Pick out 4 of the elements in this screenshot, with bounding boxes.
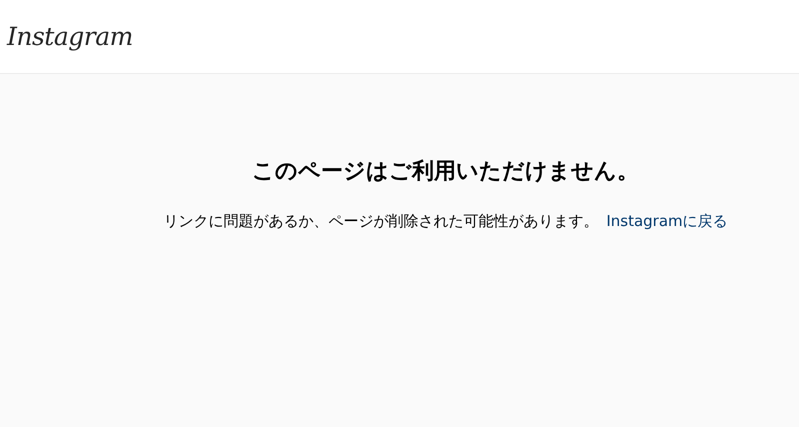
error-message: リンクに問題があるか、ページが削除された可能性があります。 — [163, 212, 598, 231]
instagram-logo[interactable]: Instagram — [7, 22, 133, 51]
error-title: このページはご利用いただけません。 — [252, 158, 639, 186]
back-link[interactable]: Instagramに戻る — [606, 212, 728, 231]
